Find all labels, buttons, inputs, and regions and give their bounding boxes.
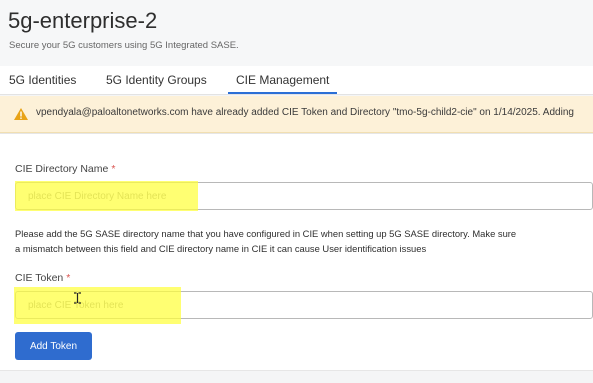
cie-directory-label: CIE Directory Name * xyxy=(15,163,116,175)
required-marker: * xyxy=(111,163,116,175)
text-cursor-icon xyxy=(74,292,81,304)
warning-text: vpendyala@paloaltonetworks.com have alre… xyxy=(36,107,574,118)
page-header: 5g-enterprise-2 Secure your 5G customers… xyxy=(0,0,593,66)
cie-token-input[interactable] xyxy=(16,292,592,318)
tab-5g-identity-groups[interactable]: 5G Identity Groups xyxy=(106,66,207,94)
add-token-button[interactable]: Add Token xyxy=(15,332,92,360)
tab-5g-identities[interactable]: 5G Identities xyxy=(9,66,76,94)
warning-icon xyxy=(14,108,28,120)
cie-token-field[interactable] xyxy=(15,291,593,319)
directory-help-text: Please add the 5G SASE directory name th… xyxy=(15,228,517,254)
cie-token-label: CIE Token * xyxy=(15,272,71,284)
page-subtitle: Secure your 5G customers using 5G Integr… xyxy=(9,40,239,51)
cie-directory-field[interactable] xyxy=(15,182,593,210)
warning-banner: vpendyala@paloaltonetworks.com have alre… xyxy=(0,96,593,133)
required-marker: * xyxy=(66,272,71,284)
tab-bar: 5G Identities 5G Identity Groups CIE Man… xyxy=(0,66,593,95)
cie-directory-input[interactable] xyxy=(16,183,592,209)
cie-form-card: CIE Directory Name* Please add the 5G SA… xyxy=(0,133,593,371)
tab-cie-management[interactable]: CIE Management xyxy=(228,66,338,94)
page-title: 5g-enterprise-2 xyxy=(8,8,158,33)
